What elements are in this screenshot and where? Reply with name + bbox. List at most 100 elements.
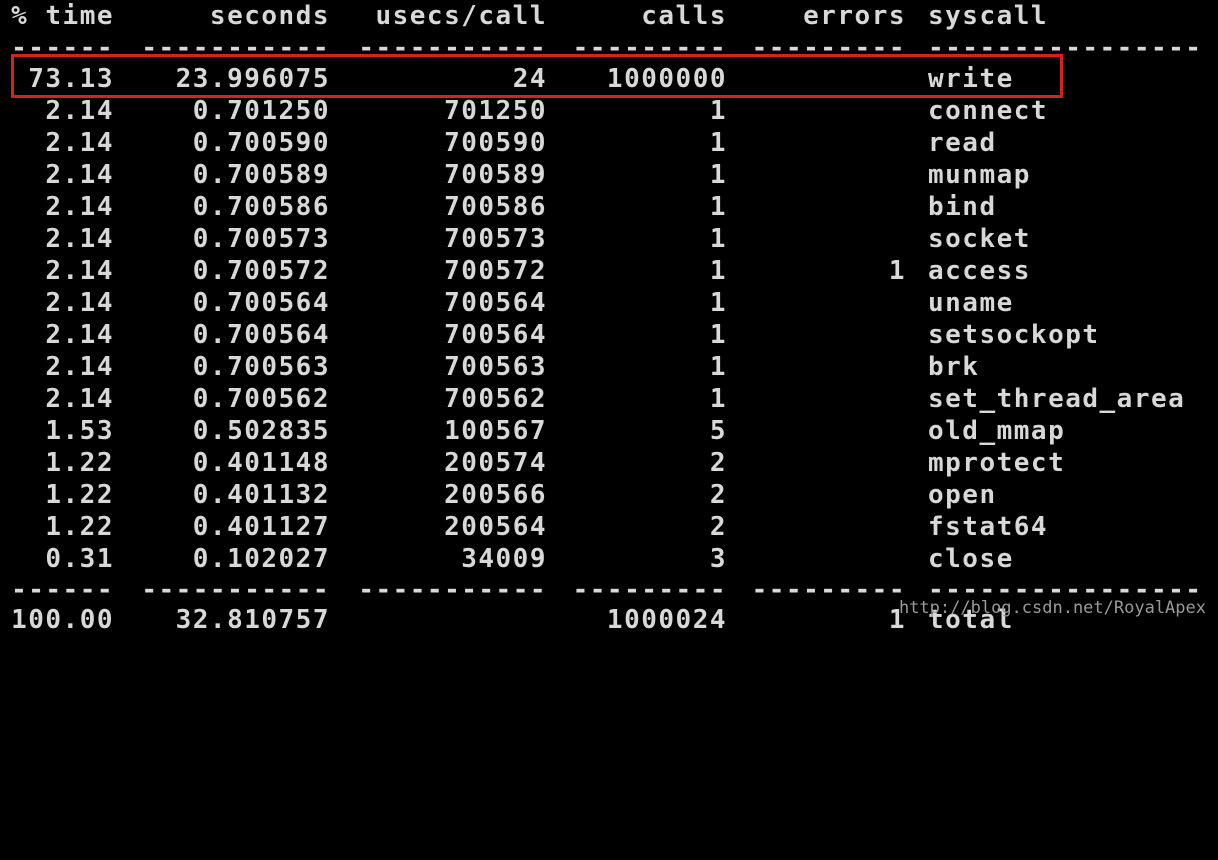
row-seconds: 0.700590 xyxy=(192,128,330,158)
row-syscall: bind xyxy=(928,192,997,222)
row-calls: 1 xyxy=(709,96,727,126)
table-row: 1.22 0.401148 200574 2 mprotect xyxy=(0,447,1218,479)
separator-syscall: ---------------- xyxy=(928,33,1203,63)
row-usecs-call: 700586 xyxy=(444,192,547,222)
row-usecs-call: 700562 xyxy=(444,384,547,414)
row-seconds: 0.700589 xyxy=(192,160,330,190)
row-syscall: uname xyxy=(928,288,1014,318)
row-syscall: setsockopt xyxy=(928,320,1100,350)
row-seconds: 0.502835 xyxy=(192,416,330,446)
row-seconds: 0.102027 xyxy=(192,544,330,574)
table-row: 2.14 0.700564 700564 1 uname xyxy=(0,287,1218,319)
header-errors: errors xyxy=(803,1,906,31)
header-pct-time: % time xyxy=(11,1,114,31)
row-calls: 1 xyxy=(709,224,727,254)
separator-pct: ------ xyxy=(11,33,114,63)
row-pct: 2.14 xyxy=(45,224,114,254)
table-row: 2.14 0.700573 700573 1 socket xyxy=(0,223,1218,255)
table-row: 2.14 0.700564 700564 1 setsockopt xyxy=(0,319,1218,351)
header-usecs-call: usecs/call xyxy=(375,1,547,31)
row-pct: 2.14 xyxy=(45,160,114,190)
row-pct: 73.13 xyxy=(28,64,114,94)
row-pct: 1.22 xyxy=(45,512,114,542)
row-pct: 2.14 xyxy=(45,192,114,222)
row-pct: 2.14 xyxy=(45,128,114,158)
row-usecs-call: 200574 xyxy=(444,448,547,478)
row-seconds: 0.401132 xyxy=(192,480,330,510)
row-usecs-call: 700564 xyxy=(444,288,547,318)
row-seconds: 0.700573 xyxy=(192,224,330,254)
row-usecs-call: 200564 xyxy=(444,512,547,542)
row-calls: 1 xyxy=(709,160,727,190)
total-seconds: 32.810757 xyxy=(175,605,330,635)
header-calls: calls xyxy=(641,1,727,31)
table-row: 2.14 0.700563 700563 1 brk xyxy=(0,351,1218,383)
separator-pct: ------ xyxy=(11,575,114,605)
row-calls: 3 xyxy=(709,544,727,574)
row-usecs-call: 200566 xyxy=(444,480,547,510)
row-usecs-call: 100567 xyxy=(444,416,547,446)
row-calls: 1000000 xyxy=(606,64,727,94)
table-row: 1.22 0.401132 200566 2 open xyxy=(0,479,1218,511)
row-seconds: 0.700564 xyxy=(192,288,330,318)
separator-calls: --------- xyxy=(572,33,727,63)
row-usecs-call: 34009 xyxy=(461,544,547,574)
table-row: 1.22 0.401127 200564 2 fstat64 xyxy=(0,511,1218,543)
row-seconds: 0.700572 xyxy=(192,256,330,286)
row-seconds: 0.401148 xyxy=(192,448,330,478)
row-seconds: 0.401127 xyxy=(192,512,330,542)
separator-seconds: ----------- xyxy=(141,575,330,605)
row-pct: 1.22 xyxy=(45,480,114,510)
header-separator: ------ ----------- ----------- ---------… xyxy=(0,32,1218,64)
separator-calls: --------- xyxy=(572,575,727,605)
watermark: http://blog.csdn.net/RoyalApex xyxy=(898,598,1206,618)
row-syscall: set_thread_area xyxy=(928,384,1186,414)
terminal-window: % time seconds usecs/call calls errors s… xyxy=(0,0,1218,635)
row-pct: 2.14 xyxy=(45,288,114,318)
row-syscall: write xyxy=(928,64,1014,94)
row-calls: 5 xyxy=(709,416,727,446)
row-usecs-call: 701250 xyxy=(444,96,547,126)
row-errors: 1 xyxy=(888,256,906,286)
separator-usecs: ----------- xyxy=(358,33,547,63)
row-syscall: fstat64 xyxy=(928,512,1049,542)
row-pct: 2.14 xyxy=(45,320,114,350)
separator-errors: --------- xyxy=(751,575,906,605)
row-pct: 2.14 xyxy=(45,352,114,382)
row-seconds: 0.700562 xyxy=(192,384,330,414)
row-syscall: socket xyxy=(928,224,1031,254)
row-syscall: munmap xyxy=(928,160,1031,190)
total-pct: 100.00 xyxy=(11,605,114,635)
table-row: 2.14 0.700589 700589 1 munmap xyxy=(0,159,1218,191)
row-syscall: old_mmap xyxy=(928,416,1066,446)
row-pct: 1.22 xyxy=(45,448,114,478)
row-seconds: 0.700563 xyxy=(192,352,330,382)
row-syscall: open xyxy=(928,480,997,510)
row-usecs-call: 700589 xyxy=(444,160,547,190)
row-syscall: mprotect xyxy=(928,448,1066,478)
row-pct: 0.31 xyxy=(45,544,114,574)
row-usecs-call: 24 xyxy=(512,64,547,94)
row-seconds: 0.700586 xyxy=(192,192,330,222)
row-calls: 1 xyxy=(709,320,727,350)
row-pct: 2.14 xyxy=(45,96,114,126)
row-calls: 2 xyxy=(709,480,727,510)
row-calls: 1 xyxy=(709,384,727,414)
separator-seconds: ----------- xyxy=(141,33,330,63)
row-pct: 2.14 xyxy=(45,256,114,286)
row-usecs-call: 700564 xyxy=(444,320,547,350)
table-row: 2.14 0.700590 700590 1 read xyxy=(0,127,1218,159)
row-syscall: access xyxy=(928,256,1031,286)
header-seconds: seconds xyxy=(209,1,330,31)
row-syscall: brk xyxy=(928,352,980,382)
row-pct: 2.14 xyxy=(45,384,114,414)
table-row: 2.14 0.700562 700562 1 set_thread_area xyxy=(0,383,1218,415)
row-usecs-call: 700590 xyxy=(444,128,547,158)
table-row: 0.31 0.102027 34009 3 close xyxy=(0,543,1218,575)
row-seconds: 23.996075 xyxy=(175,64,330,94)
row-usecs-call: 700573 xyxy=(444,224,547,254)
row-calls: 2 xyxy=(709,512,727,542)
table-header: % time seconds usecs/call calls errors s… xyxy=(0,0,1218,32)
row-calls: 2 xyxy=(709,448,727,478)
row-usecs-call: 700563 xyxy=(444,352,547,382)
